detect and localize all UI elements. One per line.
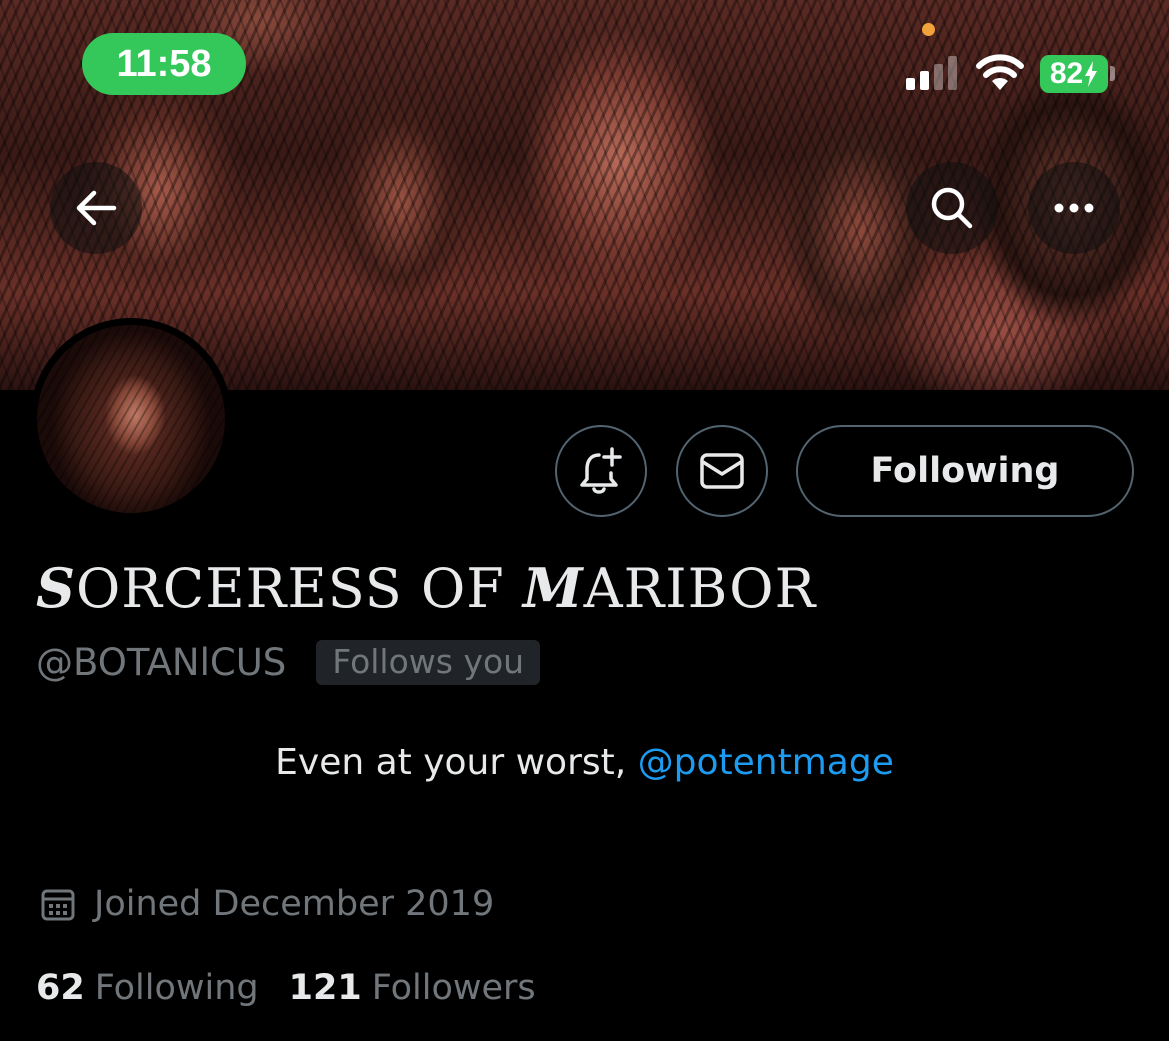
following-stat-label: Following [94, 968, 259, 1008]
back-button[interactable] [50, 162, 142, 254]
envelope-icon [700, 453, 744, 489]
following-count: 62 [36, 968, 85, 1008]
display-name-part-2: ARIBOR [583, 557, 817, 620]
avatar[interactable] [30, 318, 232, 520]
more-horizontal-icon [1054, 203, 1094, 213]
following-stat[interactable]: 62 Following [36, 968, 259, 1008]
cellular-signal-icon [906, 56, 957, 90]
display-name-initial-m: M [522, 556, 584, 620]
follows-you-badge: Follows you [316, 640, 541, 685]
notifications-button[interactable] [555, 425, 647, 517]
bio-text: Even at your worst, [275, 742, 638, 783]
following-button-label: Following [870, 451, 1060, 491]
followers-stat[interactable]: 121 Followers [289, 968, 536, 1008]
profile-bio: Even at your worst, @potentmage [0, 742, 1169, 783]
bio-mention-link[interactable]: @potentmage [638, 742, 894, 783]
display-name-initial-s: S [36, 556, 76, 620]
calendar-icon [41, 889, 75, 921]
avatar-image [37, 325, 225, 513]
handle-row: @BOTANlCUS Follows you [36, 640, 541, 685]
display-name-part-1: ORCERESS OF [76, 557, 523, 620]
status-time: 11:58 [82, 33, 246, 95]
followers-stat-label: Followers [371, 968, 536, 1008]
message-button[interactable] [676, 425, 768, 517]
arrow-left-icon [76, 190, 117, 226]
user-handle: @BOTANlCUS [36, 641, 287, 684]
search-icon [931, 187, 973, 229]
follow-stats: 62 Following 121 Followers [36, 968, 536, 1008]
following-button[interactable]: Following [796, 425, 1134, 517]
followers-count: 121 [288, 968, 362, 1008]
charging-bolt-icon [1085, 61, 1098, 87]
joined-date: Joined December 2019 [94, 884, 495, 924]
battery-level: 82 [1049, 57, 1084, 90]
bell-plus-icon [580, 447, 622, 494]
battery-indicator: 82 [1040, 55, 1108, 93]
display-name: SORCERESS OF MARIBOR [36, 556, 816, 620]
privacy-indicator-dot [922, 23, 935, 36]
joined-date-row: Joined December 2019 [40, 884, 494, 924]
search-button[interactable] [906, 162, 998, 254]
more-options-button[interactable] [1028, 162, 1120, 254]
status-time-label: 11:58 [116, 42, 212, 85]
profile-page: 11:58 82 Following SORCERESS OF MARIBOR … [0, 0, 1169, 1041]
battery-tip [1110, 66, 1115, 81]
wifi-icon [976, 54, 1024, 90]
